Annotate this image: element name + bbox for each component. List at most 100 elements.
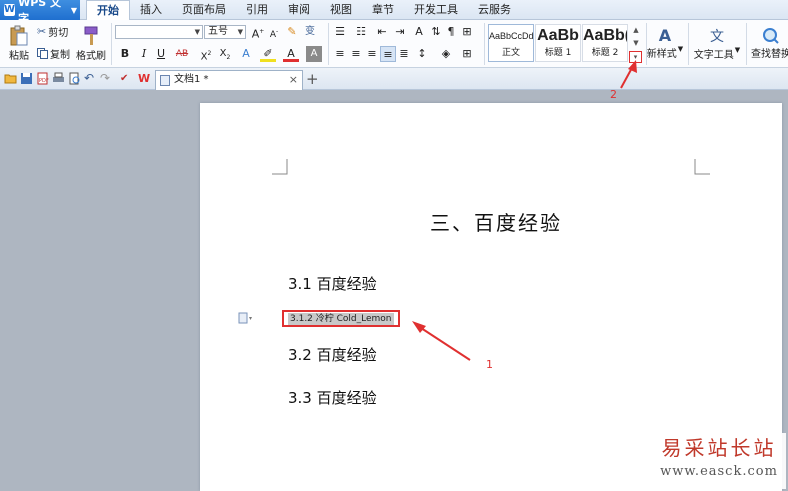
style-preview: AaBb: [537, 27, 579, 44]
chevron-down-icon: ▼: [734, 45, 741, 54]
clear-format-button[interactable]: ✎: [284, 24, 300, 40]
borders-button[interactable]: ⊞: [459, 46, 475, 62]
shrink-font-button[interactable]: A-: [266, 24, 282, 40]
menu-tab[interactable]: 云服务: [468, 0, 521, 20]
divider: [328, 23, 329, 65]
paragraph-handle-icon[interactable]: ▾: [238, 312, 256, 324]
underline-button[interactable]: U: [153, 46, 169, 62]
save-icon[interactable]: [20, 72, 33, 85]
menu-tab[interactable]: 引用: [236, 0, 278, 20]
document-icon: [160, 75, 170, 86]
scissors-icon: ✂: [37, 24, 47, 38]
text-effect-button[interactable]: A: [238, 46, 254, 62]
styles-scroll-down-button[interactable]: ▼: [630, 37, 642, 49]
menu-tab[interactable]: 页面布局: [172, 0, 236, 20]
show-marks-button[interactable]: ¶: [443, 24, 459, 40]
copy-label: 复制: [50, 49, 70, 61]
divider: [111, 23, 112, 65]
ribbon: 粘贴 ✂ 剪切 复制 格式刷 ▼ 五号 ▼ A+ A- ✎ 变 B I U AB…: [0, 20, 788, 68]
export-pdf-icon[interactable]: PDF: [36, 72, 49, 85]
document-tab[interactable]: 文档1 * ×: [155, 70, 303, 90]
print-icon[interactable]: [52, 72, 65, 85]
close-icon[interactable]: ×: [289, 71, 298, 89]
app-menu-button[interactable]: W WPS 文字 ▼: [0, 0, 80, 25]
bold-button[interactable]: B: [117, 46, 133, 62]
heading-3-3[interactable]: 3.3 百度经验: [288, 387, 377, 408]
find-replace-button[interactable]: 查找替换: [750, 22, 788, 64]
style-label: 标题 1: [544, 48, 572, 58]
selected-text[interactable]: 3.1.2 冷柠 Cold_Lemon: [288, 313, 394, 325]
new-style-icon: A: [658, 26, 672, 45]
new-style-button[interactable]: A 新样式 ▼: [646, 22, 684, 64]
decrease-indent-button[interactable]: ⇤: [374, 24, 390, 40]
styles-more-button[interactable]: ▾: [629, 51, 642, 63]
increase-indent-button[interactable]: ⇥: [392, 24, 408, 40]
heading-3-2[interactable]: 3.2 百度经验: [288, 344, 377, 365]
char-shading-button[interactable]: A: [306, 46, 322, 62]
phonetic-guide-button[interactable]: 变: [302, 24, 318, 40]
menu-tab[interactable]: 章节: [362, 0, 404, 20]
align-left-button[interactable]: ≡: [332, 46, 348, 62]
styles-scroll-up-button[interactable]: ▲: [630, 24, 642, 36]
subscript-button[interactable]: X2: [217, 46, 233, 62]
undo-icon[interactable]: ↶: [84, 72, 97, 85]
new-tab-button[interactable]: +: [306, 70, 319, 88]
font-color-button[interactable]: A: [283, 46, 299, 62]
style-2[interactable]: AaBb(标题 2: [582, 24, 628, 62]
shading-button[interactable]: ◈: [438, 46, 454, 62]
new-style-label: 新样式: [646, 49, 677, 60]
find-replace-label: 查找替换: [751, 48, 788, 60]
redo-icon[interactable]: ↷: [100, 72, 113, 85]
document-title[interactable]: 三、百度经验: [430, 207, 562, 236]
style-preview: AaBbCcDd: [489, 31, 533, 41]
menu-tab[interactable]: 开始: [86, 0, 130, 21]
text-tools-icon: 文: [710, 28, 724, 45]
copy-button[interactable]: 复制: [37, 46, 70, 61]
svg-text:▾: ▾: [249, 315, 252, 322]
style-0[interactable]: AaBbCcDd 正文: [488, 24, 534, 62]
italic-button[interactable]: I: [136, 46, 152, 62]
grow-font-button[interactable]: A+: [250, 24, 266, 41]
cut-label: 剪切: [48, 27, 69, 39]
menu-tab[interactable]: 插入: [130, 0, 172, 20]
paste-icon: [10, 25, 28, 45]
menu-tab[interactable]: 开发工具: [404, 0, 468, 20]
format-painter-button[interactable]: 格式刷: [74, 22, 108, 64]
wps-logo-icon[interactable]: W: [138, 72, 151, 85]
menu-tab[interactable]: 审阅: [278, 0, 320, 20]
chevron-down-icon: ▼: [677, 45, 684, 53]
style-1[interactable]: AaBb 标题 1: [535, 24, 581, 62]
print-preview-icon[interactable]: [68, 72, 81, 85]
divider: [484, 23, 485, 65]
chevron-down-icon: ▼: [237, 28, 243, 36]
paste-button[interactable]: 粘贴: [4, 22, 34, 64]
line-spacing-button[interactable]: ↕: [414, 46, 430, 62]
menu-tab[interactable]: 视图: [320, 0, 362, 20]
bullet-list-button[interactable]: ☰: [332, 24, 348, 40]
watermark-line2: www.easck.com: [660, 464, 778, 479]
cut-button[interactable]: ✂ 剪切: [37, 24, 69, 39]
text-tools-label: 文字工具: [693, 49, 734, 61]
numbered-list-button[interactable]: ☷: [353, 24, 369, 40]
text-tools-button[interactable]: 文 文字工具 ▼: [692, 22, 742, 64]
copy-icon: [37, 47, 48, 59]
selected-line-highlight[interactable]: 3.1.2 冷柠 Cold_Lemon: [282, 310, 400, 327]
sort-button[interactable]: ⇅: [428, 24, 444, 40]
strikethrough-button[interactable]: AB: [174, 46, 190, 62]
customize-icon[interactable]: ✔: [120, 72, 133, 85]
chinese-layout-button[interactable]: A: [411, 24, 427, 40]
heading-3-1[interactable]: 3.1 百度经验: [288, 273, 377, 294]
distributed-button[interactable]: ≣: [396, 46, 412, 62]
brush-icon: [84, 26, 98, 45]
format-painter-label: 格式刷: [76, 50, 106, 62]
wps-logo-icon: W: [4, 4, 16, 16]
font-name-select[interactable]: ▼: [115, 25, 203, 39]
align-center-button[interactable]: ≡: [348, 46, 364, 62]
superscript-button[interactable]: X2: [198, 46, 214, 62]
align-right-button[interactable]: ≡: [364, 46, 380, 62]
open-folder-icon[interactable]: [4, 72, 17, 85]
highlight-button[interactable]: ✐: [260, 46, 276, 62]
font-size-select[interactable]: 五号 ▼: [204, 25, 246, 39]
justify-button[interactable]: ≡: [380, 46, 396, 62]
table-button[interactable]: ⊞: [459, 24, 475, 40]
